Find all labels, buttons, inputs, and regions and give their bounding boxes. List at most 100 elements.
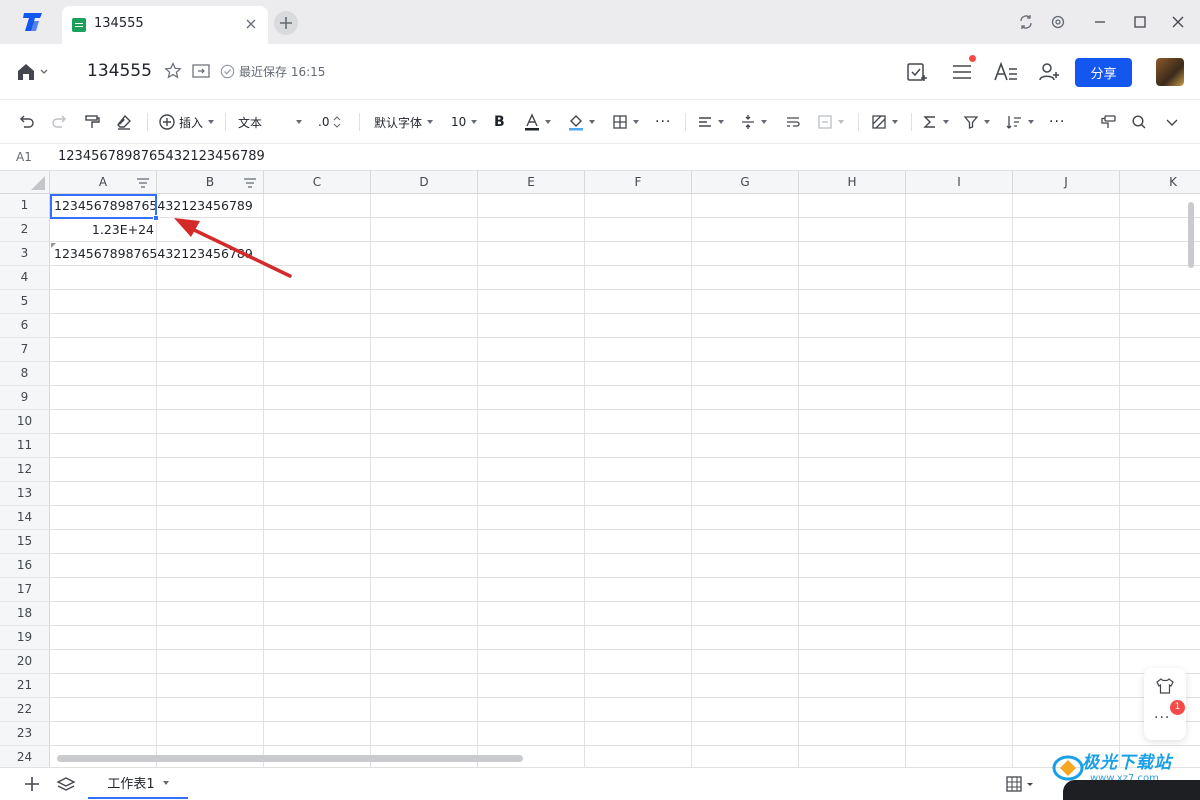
text-format-icon[interactable] (993, 60, 1017, 84)
close-window-icon[interactable] (1168, 12, 1188, 32)
font-family-select[interactable]: 默认字体 (374, 112, 434, 132)
redo-icon[interactable] (50, 112, 68, 132)
fill-handle[interactable] (153, 215, 159, 221)
row-header-13[interactable]: 13 (0, 482, 50, 506)
column-header-i[interactable]: I (906, 171, 1013, 194)
formula-input[interactable]: 1234567898765432123456789 (58, 149, 265, 164)
merge-cells-button[interactable] (817, 112, 844, 132)
sigma-icon (923, 116, 935, 128)
row-header-14[interactable]: 14 (0, 506, 50, 530)
vertical-scrollbar[interactable] (1188, 202, 1194, 268)
row-header-19[interactable]: 19 (0, 626, 50, 650)
row-header-3[interactable]: 3 (0, 242, 50, 266)
sort-button[interactable] (1005, 112, 1034, 132)
column-header-e[interactable]: E (478, 171, 585, 194)
sheet-tab[interactable]: 工作表1 (88, 768, 188, 799)
row-header-24[interactable]: 24 (0, 746, 50, 767)
new-tab-button[interactable] (274, 11, 298, 35)
vertical-align-button[interactable] (740, 112, 767, 132)
bold-button[interactable]: B (494, 112, 505, 132)
row-header-7[interactable]: 7 (0, 338, 50, 362)
borders-button[interactable] (612, 112, 639, 132)
insert-dropdown[interactable]: 插入 (158, 112, 215, 132)
share-button[interactable]: 分享 (1075, 58, 1132, 87)
menu-icon[interactable] (950, 60, 974, 84)
row-header-21[interactable]: 21 (0, 674, 50, 698)
row-header-10[interactable]: 10 (0, 410, 50, 434)
clear-format-icon[interactable] (115, 112, 133, 132)
format-painter-icon[interactable] (83, 112, 101, 132)
column-header-c[interactable]: C (264, 171, 371, 194)
sheet-list-icon[interactable] (56, 776, 76, 794)
column-header-f[interactable]: F (585, 171, 692, 194)
home-button[interactable] (16, 62, 52, 82)
add-collaborator-icon[interactable] (1037, 60, 1061, 84)
watermark-text: 极光下载站 (1082, 753, 1172, 773)
new-task-icon[interactable] (905, 60, 929, 84)
undo-icon[interactable] (18, 112, 36, 132)
horizontal-scrollbar[interactable] (57, 755, 523, 762)
row-header-18[interactable]: 18 (0, 602, 50, 626)
select-all-corner[interactable] (0, 171, 50, 194)
column-header-label: H (847, 175, 857, 189)
row-header-23[interactable]: 23 (0, 722, 50, 746)
settings-gear-icon[interactable] (1048, 12, 1068, 32)
row-header-2[interactable]: 2 (0, 218, 50, 242)
search-icon[interactable] (1131, 112, 1147, 132)
add-sheet-icon[interactable] (24, 776, 40, 792)
more-format-icon[interactable]: ··· (655, 112, 671, 132)
column-header-a[interactable]: A (50, 171, 157, 194)
text-color-button[interactable] (524, 112, 551, 132)
tab-strip: 134555 (0, 0, 1200, 44)
avatar[interactable] (1156, 58, 1184, 86)
sync-icon[interactable] (1016, 12, 1036, 32)
align-button[interactable] (697, 112, 724, 132)
decimal-stepper[interactable]: .0 (318, 112, 341, 132)
row-header-6[interactable]: 6 (0, 314, 50, 338)
theme-shirt-icon[interactable] (1155, 677, 1175, 699)
app-logo-icon[interactable] (20, 11, 46, 33)
move-to-folder-icon[interactable] (192, 63, 210, 79)
row-header-5[interactable]: 5 (0, 290, 50, 314)
column-filter-icon[interactable] (243, 175, 257, 189)
maximize-icon[interactable] (1130, 12, 1150, 32)
cell-a2[interactable]: 1.23E+24 (50, 218, 154, 242)
page-title[interactable]: 134555 (87, 61, 152, 81)
wrap-text-icon[interactable] (785, 112, 801, 132)
cell-reference[interactable]: A1 (16, 150, 32, 164)
sheet-file-icon (72, 18, 86, 32)
row-header-9[interactable]: 9 (0, 386, 50, 410)
row-header-20[interactable]: 20 (0, 650, 50, 674)
fill-color-button[interactable] (568, 112, 595, 132)
minimize-icon[interactable] (1090, 12, 1110, 32)
more-tools-icon[interactable]: ··· (1049, 112, 1065, 132)
star-icon[interactable] (164, 62, 182, 80)
row-header-15[interactable]: 15 (0, 530, 50, 554)
tab-document[interactable]: 134555 (62, 6, 268, 44)
close-tab-icon[interactable] (242, 15, 260, 33)
column-header-h[interactable]: H (799, 171, 906, 194)
number-format-select[interactable]: 文本 (238, 112, 302, 132)
column-header-b[interactable]: B (157, 171, 264, 194)
row-header-8[interactable]: 8 (0, 362, 50, 386)
column-filter-icon[interactable] (136, 175, 150, 189)
row-header-17[interactable]: 17 (0, 578, 50, 602)
column-header-j[interactable]: J (1013, 171, 1120, 194)
column-header-k[interactable]: K (1120, 171, 1200, 194)
paint-roller-icon[interactable] (1099, 112, 1117, 132)
grid-view-icon[interactable] (1006, 776, 1036, 792)
font-size-select[interactable]: 10 (451, 112, 478, 132)
row-header-12[interactable]: 12 (0, 458, 50, 482)
column-header-g[interactable]: G (692, 171, 799, 194)
row-header-16[interactable]: 16 (0, 554, 50, 578)
function-button[interactable] (922, 112, 949, 132)
row-header-1[interactable]: 1 (0, 194, 50, 218)
row-header-4[interactable]: 4 (0, 266, 50, 290)
column-header-d[interactable]: D (371, 171, 478, 194)
more-options-icon[interactable]: ··· (1154, 710, 1170, 726)
conditional-format-button[interactable] (871, 112, 898, 132)
row-header-22[interactable]: 22 (0, 698, 50, 722)
collapse-toolbar-icon[interactable] (1164, 112, 1180, 132)
filter-button[interactable] (963, 112, 990, 132)
row-header-11[interactable]: 11 (0, 434, 50, 458)
